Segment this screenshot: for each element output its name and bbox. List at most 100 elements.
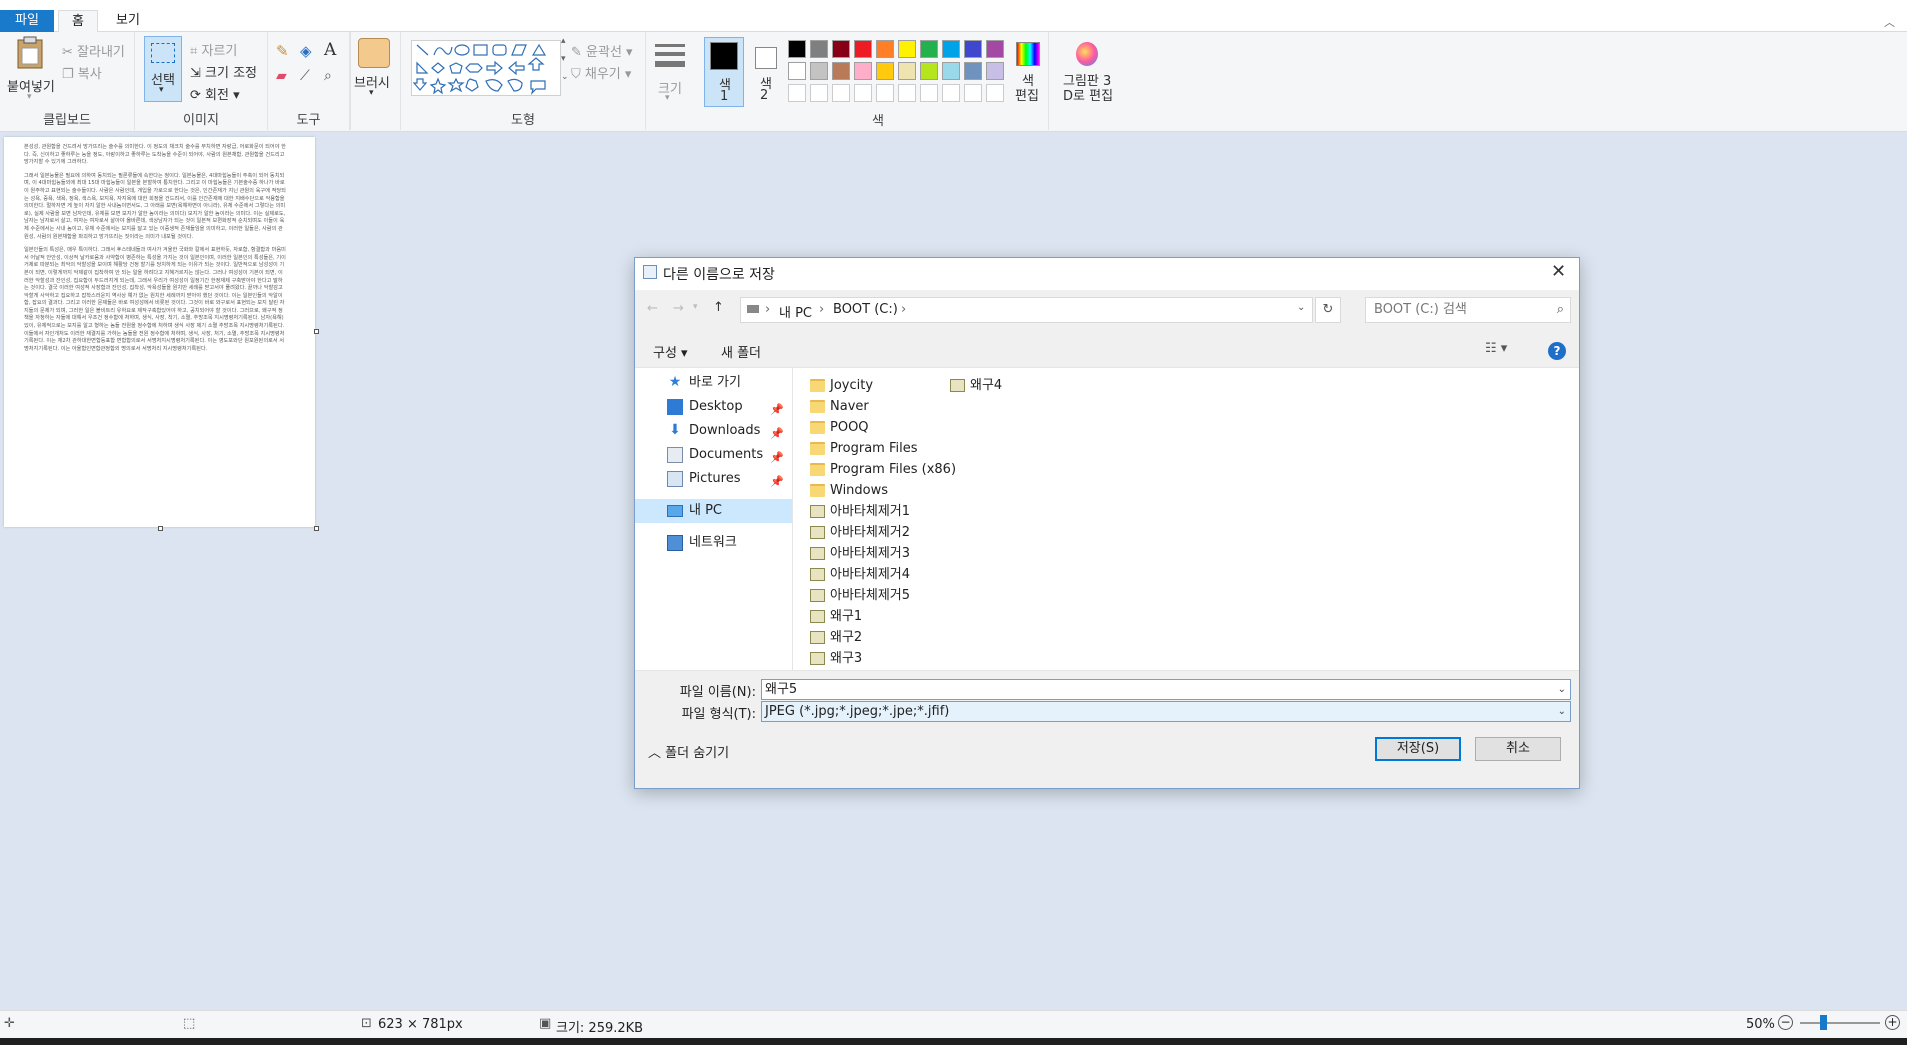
- filetype-select[interactable]: JPEG (*.jpg;*.jpeg;*.jpe;*.jfif) ⌄: [761, 701, 1571, 722]
- palette-swatch[interactable]: [788, 62, 806, 80]
- pencil-icon[interactable]: ✎: [276, 42, 289, 60]
- palette-swatch-empty[interactable]: [788, 84, 806, 102]
- nav-item-network[interactable]: 네트워크: [635, 531, 792, 555]
- zoom-in-button[interactable]: +: [1885, 1015, 1900, 1030]
- shapes-scroll-down-icon[interactable]: ▾: [561, 54, 566, 64]
- color2-button[interactable]: 색 2: [746, 37, 786, 107]
- address-segment-pc[interactable]: 내 PC: [779, 302, 812, 321]
- up-folder-icon[interactable]: ↑: [713, 300, 724, 315]
- nav-item-desktop[interactable]: Desktop 📌: [635, 395, 792, 419]
- palette-swatch[interactable]: [942, 40, 960, 58]
- edit-colors-button[interactable]: 색 편집: [1010, 40, 1046, 108]
- palette-swatch[interactable]: [986, 40, 1004, 58]
- palette-swatch-empty[interactable]: [810, 84, 828, 102]
- hide-folders-button[interactable]: ︿ 폴더 숨기기: [648, 742, 729, 761]
- palette-swatch[interactable]: [876, 62, 894, 80]
- palette-swatch[interactable]: [788, 40, 806, 58]
- eraser-icon[interactable]: ▰: [276, 68, 287, 84]
- palette-swatch[interactable]: [942, 62, 960, 80]
- resize-handle-corner[interactable]: [314, 526, 319, 531]
- palette-swatch[interactable]: [986, 62, 1004, 80]
- copy-button[interactable]: ❐ 복사: [62, 63, 102, 82]
- tab-file[interactable]: 파일: [0, 10, 54, 32]
- recent-locations-icon[interactable]: ▾: [693, 302, 698, 312]
- back-icon[interactable]: ←: [647, 301, 658, 316]
- folder-item[interactable]: Program Files: [808, 438, 918, 459]
- palette-swatch-empty[interactable]: [876, 84, 894, 102]
- resize-handle-right[interactable]: [314, 329, 319, 334]
- forward-icon[interactable]: →: [673, 301, 684, 316]
- fill-icon[interactable]: ◈: [300, 42, 312, 60]
- resize-button[interactable]: ⇲ 크기 조정: [190, 62, 257, 81]
- file-item[interactable]: 아바타체제거1: [808, 501, 910, 522]
- help-icon[interactable]: ?: [1548, 342, 1566, 360]
- crop-button[interactable]: ⌗ 자르기: [190, 40, 237, 59]
- size-button[interactable]: 크기 ▾: [648, 36, 690, 106]
- nav-item-quick-access[interactable]: ★ 바로 가기: [635, 371, 792, 395]
- palette-swatch[interactable]: [810, 62, 828, 80]
- zoom-slider-thumb[interactable]: [1820, 1015, 1827, 1030]
- filename-dropdown-icon[interactable]: ⌄: [1558, 680, 1566, 699]
- palette-swatch[interactable]: [898, 40, 916, 58]
- color1-button[interactable]: 색 1: [704, 37, 744, 107]
- tab-home[interactable]: 홈: [58, 10, 98, 33]
- palette-swatch[interactable]: [876, 40, 894, 58]
- palette-swatch-empty[interactable]: [854, 84, 872, 102]
- zoom-out-button[interactable]: −: [1778, 1015, 1793, 1030]
- address-segment-drive[interactable]: BOOT (C:): [833, 302, 898, 317]
- cancel-button[interactable]: 취소: [1475, 737, 1561, 761]
- palette-swatch-empty[interactable]: [942, 84, 960, 102]
- canvas-image[interactable]: 본성성, 관원함을 건드려서 망가뜨리는 술수를 의미한다. 이 정도의 채크치…: [4, 137, 315, 527]
- ribbon-collapse-icon[interactable]: ︿: [1884, 14, 1895, 30]
- file-item[interactable]: 아바타체제거4: [808, 564, 910, 585]
- nav-item-documents[interactable]: Documents 📌: [635, 443, 792, 467]
- zoom-slider[interactable]: [1800, 1022, 1880, 1024]
- shapes-gallery[interactable]: [411, 40, 561, 96]
- folder-item[interactable]: Windows: [808, 480, 888, 501]
- palette-swatch-empty[interactable]: [898, 84, 916, 102]
- palette-swatch[interactable]: [964, 40, 982, 58]
- text-icon[interactable]: A: [324, 40, 336, 60]
- folder-item[interactable]: Naver: [808, 396, 869, 417]
- fill-button[interactable]: ⛉ 채우기 ▾: [571, 63, 631, 82]
- palette-swatch[interactable]: [854, 62, 872, 80]
- palette-swatch-empty[interactable]: [964, 84, 982, 102]
- palette-swatch-empty[interactable]: [986, 84, 1004, 102]
- search-input[interactable]: BOOT (C:) 검색 ⌕: [1365, 297, 1571, 323]
- address-bar[interactable]: › 내 PC › BOOT (C:) › ⌄: [740, 297, 1313, 323]
- nav-item-this-pc[interactable]: 내 PC: [635, 499, 792, 523]
- shapes-expand-icon[interactable]: ⌄: [561, 72, 569, 82]
- shapes-scroll-up-icon[interactable]: ▴: [561, 36, 566, 46]
- resize-handle-bottom[interactable]: [158, 526, 163, 531]
- organize-button[interactable]: 구성 ▾: [653, 342, 688, 361]
- file-item[interactable]: 왜구3: [808, 648, 862, 669]
- palette-swatch[interactable]: [854, 40, 872, 58]
- filename-input[interactable]: 왜구5 ⌄: [761, 679, 1571, 700]
- paste-button[interactable]: [14, 36, 46, 70]
- tab-view[interactable]: 보기: [103, 10, 153, 32]
- palette-swatch[interactable]: [964, 62, 982, 80]
- cut-button[interactable]: ✂ 잘라내기: [62, 41, 125, 60]
- file-item[interactable]: 아바타체제거2: [808, 522, 910, 543]
- palette-swatch[interactable]: [832, 40, 850, 58]
- new-folder-button[interactable]: 새 폴더: [721, 342, 761, 361]
- palette-swatch[interactable]: [810, 40, 828, 58]
- palette-swatch[interactable]: [920, 40, 938, 58]
- folder-item[interactable]: Program Files (x86): [808, 459, 956, 480]
- paint3d-button[interactable]: 그림판 3 D로 편집: [1060, 40, 1116, 108]
- palette-swatch[interactable]: [898, 62, 916, 80]
- magnifier-icon[interactable]: ⌕: [324, 68, 332, 84]
- nav-item-pictures[interactable]: Pictures 📌: [635, 467, 792, 491]
- palette-swatch-empty[interactable]: [832, 84, 850, 102]
- file-item[interactable]: 아바타체제거3: [808, 543, 910, 564]
- rotate-button[interactable]: ⟳ 회전 ▾: [190, 84, 240, 103]
- save-button[interactable]: 저장(S): [1375, 737, 1461, 761]
- file-item[interactable]: 왜구1: [808, 606, 862, 627]
- folder-item[interactable]: POOQ: [808, 417, 869, 438]
- outline-button[interactable]: ✎ 윤곽선 ▾: [571, 41, 633, 60]
- palette-swatch[interactable]: [832, 62, 850, 80]
- view-options-icon[interactable]: ☷ ▾: [1485, 341, 1507, 356]
- filetype-dropdown-icon[interactable]: ⌄: [1558, 702, 1566, 721]
- refresh-icon[interactable]: ↻: [1315, 297, 1341, 323]
- pin-icon[interactable]: 📌: [770, 470, 784, 494]
